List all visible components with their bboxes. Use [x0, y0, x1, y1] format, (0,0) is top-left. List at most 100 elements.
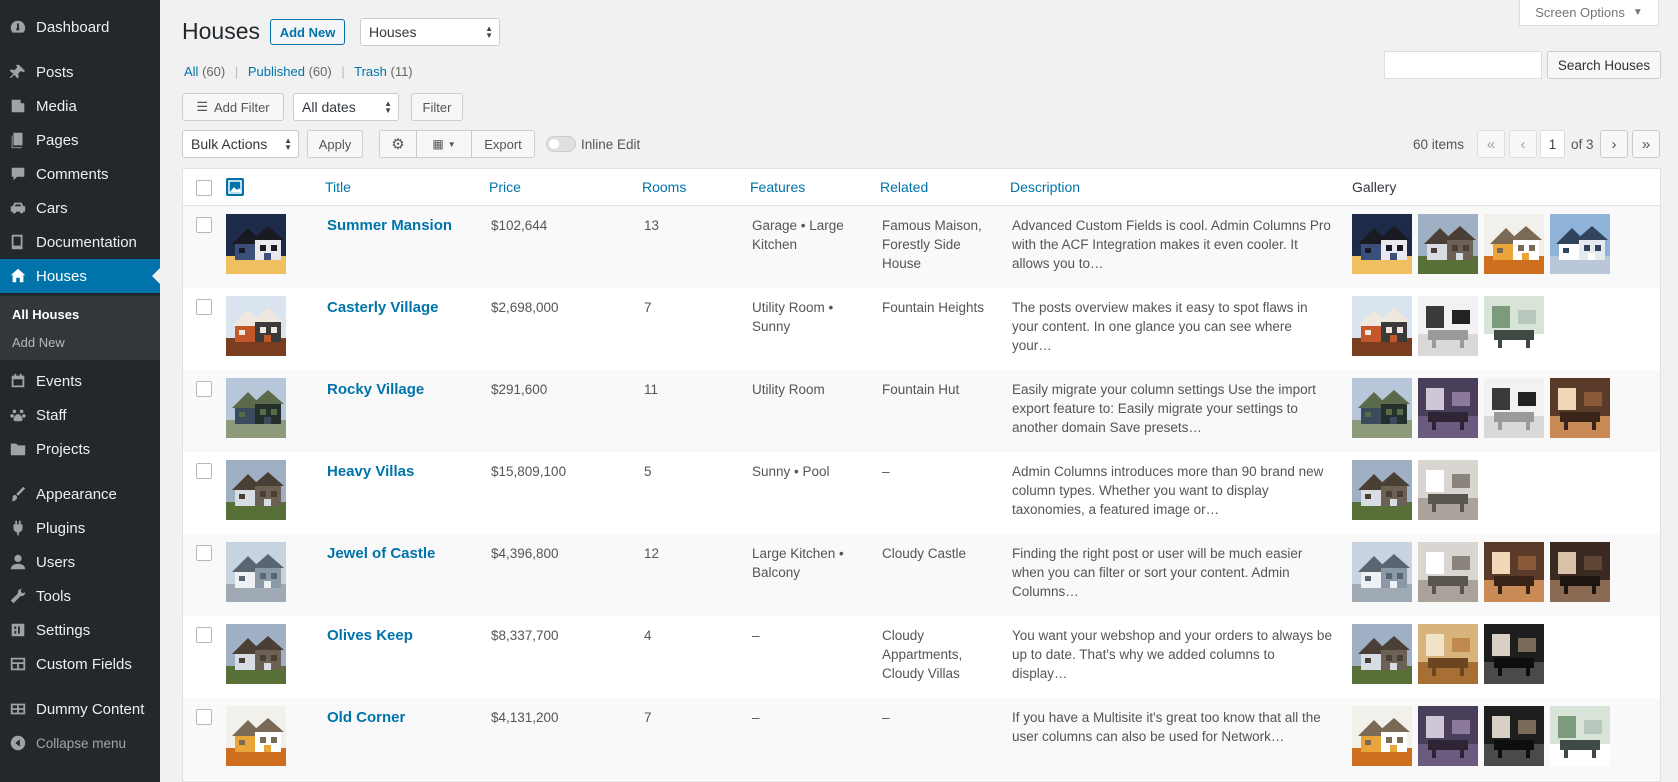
gallery-image[interactable]	[1484, 296, 1544, 356]
house-title-link[interactable]: Rocky Village	[327, 380, 477, 399]
table-row[interactable]: Heavy Villas $15,809,100 5 Sunny • Pool – Adm…	[183, 452, 1660, 534]
view-trash-link[interactable]: Trash	[354, 64, 387, 79]
gallery-image[interactable]	[1484, 706, 1544, 766]
items-count: 60 items	[1413, 137, 1465, 152]
menu-dummy-content[interactable]: Dummy Content	[0, 692, 160, 726]
view-all-link[interactable]: All	[184, 64, 198, 79]
table-row[interactable]: Olives Keep $8,337,700 4 – Cloudy Appartment…	[183, 616, 1660, 698]
export-button[interactable]: Export	[471, 130, 535, 158]
bulk-actions-select[interactable]: Bulk Actions ▲ ▼	[182, 130, 299, 158]
table-row[interactable]: Summer Mansion $102,644 13 Garage • Large K…	[183, 206, 1660, 288]
featured-image-icon[interactable]	[226, 178, 244, 196]
add-filter-button[interactable]: ☰ Add Filter	[182, 93, 284, 121]
menu-users[interactable]: Users	[0, 545, 160, 579]
gallery-image[interactable]	[1352, 624, 1412, 684]
gallery-image[interactable]	[1484, 214, 1544, 274]
prev-page-button[interactable]: ‹	[1509, 130, 1537, 158]
table-row[interactable]: Rocky Village $291,600 11 Utility Room Fount…	[183, 370, 1660, 452]
gallery-image[interactable]	[1418, 378, 1478, 438]
column-header-price[interactable]: Price	[489, 179, 521, 195]
last-page-button[interactable]: »	[1632, 130, 1660, 158]
menu-comments[interactable]: Comments	[0, 157, 160, 191]
menu-settings[interactable]: Settings	[0, 613, 160, 647]
gallery-image[interactable]	[1352, 460, 1412, 520]
gallery-image[interactable]	[1418, 542, 1478, 602]
gallery-image[interactable]	[1352, 214, 1412, 274]
house-title-link[interactable]: Summer Mansion	[327, 216, 477, 235]
menu-posts[interactable]: Posts	[0, 55, 160, 89]
table-row[interactable]: Casterly Village $2,698,000 7 Utility Room …	[183, 288, 1660, 370]
gallery-image[interactable]	[1418, 460, 1478, 520]
house-title-link[interactable]: Casterly Village	[327, 298, 477, 317]
view-published-link[interactable]: Published	[248, 64, 305, 79]
house-title-link[interactable]: Heavy Villas	[327, 462, 477, 481]
select-all-checkbox[interactable]	[196, 180, 212, 196]
menu-staff[interactable]: Staff	[0, 398, 160, 432]
gallery-image[interactable]	[1352, 378, 1412, 438]
submenu-all-houses[interactable]: All Houses	[12, 307, 79, 322]
search-input[interactable]	[1384, 51, 1542, 79]
gallery-image[interactable]	[1484, 378, 1544, 438]
row-checkbox[interactable]	[196, 217, 212, 233]
menu-custom-fields[interactable]: Custom Fields	[0, 647, 160, 681]
column-header-rooms[interactable]: Rooms	[642, 179, 686, 195]
collapse-menu-button[interactable]: Collapse menu	[0, 726, 160, 760]
column-header-description[interactable]: Description	[1010, 179, 1080, 195]
first-page-button[interactable]: «	[1477, 130, 1505, 158]
submenu-add-new[interactable]: Add New	[12, 335, 65, 350]
house-title-link[interactable]: Jewel of Castle	[327, 544, 477, 563]
user-icon	[0, 553, 36, 571]
next-page-button[interactable]: ›	[1600, 130, 1628, 158]
gallery-image[interactable]	[1352, 296, 1412, 356]
list-view-select[interactable]: Houses ▲ ▼	[360, 18, 500, 46]
menu-appearance[interactable]: Appearance	[0, 477, 160, 511]
screen-options-button[interactable]: Screen Options ▼	[1519, 0, 1659, 26]
gallery-image[interactable]	[1550, 214, 1610, 274]
gallery-image[interactable]	[1550, 706, 1610, 766]
table-layout-button[interactable]: ▦ ▼	[416, 130, 472, 158]
search-houses-button[interactable]: Search Houses	[1547, 51, 1661, 79]
column-header-features[interactable]: Features	[750, 179, 805, 195]
row-checkbox[interactable]	[196, 381, 212, 397]
house-title-link[interactable]: Old Corner	[327, 708, 477, 727]
gallery-image[interactable]	[1352, 706, 1412, 766]
dates-filter-select[interactable]: All dates ▲ ▼	[293, 93, 399, 121]
rooms-cell: 7	[644, 300, 652, 315]
row-checkbox[interactable]	[196, 709, 212, 725]
menu-houses[interactable]: Houses	[0, 259, 160, 293]
column-header-related[interactable]: Related	[880, 179, 928, 195]
gallery-image[interactable]	[1418, 706, 1478, 766]
apply-button[interactable]: Apply	[307, 130, 363, 158]
gallery-image[interactable]	[1550, 542, 1610, 602]
current-page-input[interactable]: 1	[1540, 130, 1565, 158]
gallery-image[interactable]	[1550, 378, 1610, 438]
gallery-image[interactable]	[1352, 542, 1412, 602]
add-new-button[interactable]: Add New	[270, 19, 345, 45]
row-checkbox[interactable]	[196, 299, 212, 315]
gallery-image[interactable]	[1418, 624, 1478, 684]
menu-documentation[interactable]: Documentation	[0, 225, 160, 259]
inline-edit-toggle[interactable]	[546, 136, 576, 152]
gallery-image[interactable]	[1484, 624, 1544, 684]
filter-button[interactable]: Filter	[411, 93, 463, 121]
gallery-image[interactable]	[1418, 214, 1478, 274]
column-settings-button[interactable]: ⚙	[379, 130, 417, 158]
menu-events[interactable]: Events	[0, 364, 160, 398]
house-title-link[interactable]: Olives Keep	[327, 626, 477, 645]
menu-cars[interactable]: Cars	[0, 191, 160, 225]
row-checkbox[interactable]	[196, 463, 212, 479]
row-checkbox[interactable]	[196, 627, 212, 643]
table-row[interactable]: Jewel of Castle $4,396,800 12 Large Kitchen…	[183, 534, 1660, 616]
menu-pages[interactable]: Pages	[0, 123, 160, 157]
row-checkbox[interactable]	[196, 545, 212, 561]
gallery-image[interactable]	[1418, 296, 1478, 356]
column-header-gallery: Gallery	[1352, 179, 1397, 195]
column-header-title[interactable]: Title	[325, 179, 351, 195]
gallery-image[interactable]	[1484, 542, 1544, 602]
table-row[interactable]: Old Corner $4,131,200 7 – – If you have a Mul…	[183, 698, 1660, 780]
menu-dashboard[interactable]: Dashboard	[0, 10, 160, 44]
menu-plugins[interactable]: Plugins	[0, 511, 160, 545]
menu-tools[interactable]: Tools	[0, 579, 160, 613]
menu-projects[interactable]: Projects	[0, 432, 160, 466]
menu-media[interactable]: Media	[0, 89, 160, 123]
